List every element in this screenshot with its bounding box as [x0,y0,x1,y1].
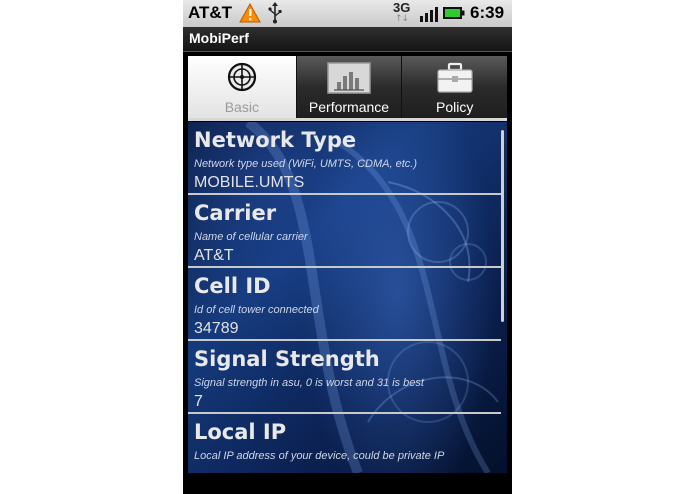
item-title: Carrier [194,201,277,225]
usb-icon[interactable] [267,2,283,24]
item-description: Id of cell tower connected [194,304,319,316]
phone-screen: AT&T 3G ↑↓ 6:39 MobiPerf Basic Performan… [183,0,512,494]
item-value: AT&T [194,247,234,264]
tab-bar: Basic Performance Policy [188,56,507,118]
item-description: Local IP address of your device, could b… [194,450,445,462]
data-activity-icon: ↑↓ [395,14,409,24]
status-bar: AT&T 3G ↑↓ 6:39 [183,0,512,27]
list-item[interactable]: Network Type Network type used (WiFi, UM… [188,122,501,195]
app-title-bar: MobiPerf [183,27,512,52]
tab-performance-label: Performance [308,99,390,115]
network-type-indicator: 3G [393,0,411,15]
signal-icon [420,7,438,22]
list-item[interactable]: Signal Strength Signal strength in asu, … [188,341,501,414]
crosshair-icon [227,62,256,92]
list-item[interactable]: Carrier Name of cellular carrier AT&T [188,195,501,268]
briefcase-icon [437,62,473,93]
list-item[interactable]: Cell ID Id of cell tower connected 34789 [188,268,501,341]
tab-performance[interactable]: Performance [295,56,402,118]
tab-policy[interactable]: Policy [401,56,507,118]
tab-indicator-line [188,118,507,121]
item-description: Name of cellular carrier [194,231,308,243]
battery-icon [443,7,465,19]
status-clock: 6:39 [470,3,505,22]
item-title: Signal Strength [194,347,380,371]
tab-policy-label: Policy [435,99,474,115]
item-title: Network Type [194,128,357,152]
tab-basic[interactable]: Basic [188,56,296,118]
item-value: 34789 [194,320,239,337]
info-list[interactable]: Network Type Network type used (WiFi, UM… [188,122,507,473]
item-description: Signal strength in asu, 0 is worst and 3… [194,377,424,389]
item-description: Network type used (WiFi, UMTS, CDMA, etc… [194,158,417,170]
carrier-label: AT&T [188,3,233,22]
list-item[interactable]: Local IP Local IP address of your device… [188,414,501,473]
app-title: MobiPerf [189,30,249,46]
bar-chart-icon [327,62,371,94]
tab-basic-label: Basic [224,99,259,115]
item-value: MOBILE.UMTS [194,174,305,191]
item-title: Cell ID [194,274,271,298]
item-value: 7 [194,393,203,410]
warning-icon[interactable] [239,3,261,23]
item-title: Local IP [194,420,287,444]
scrollbar[interactable] [501,130,504,322]
